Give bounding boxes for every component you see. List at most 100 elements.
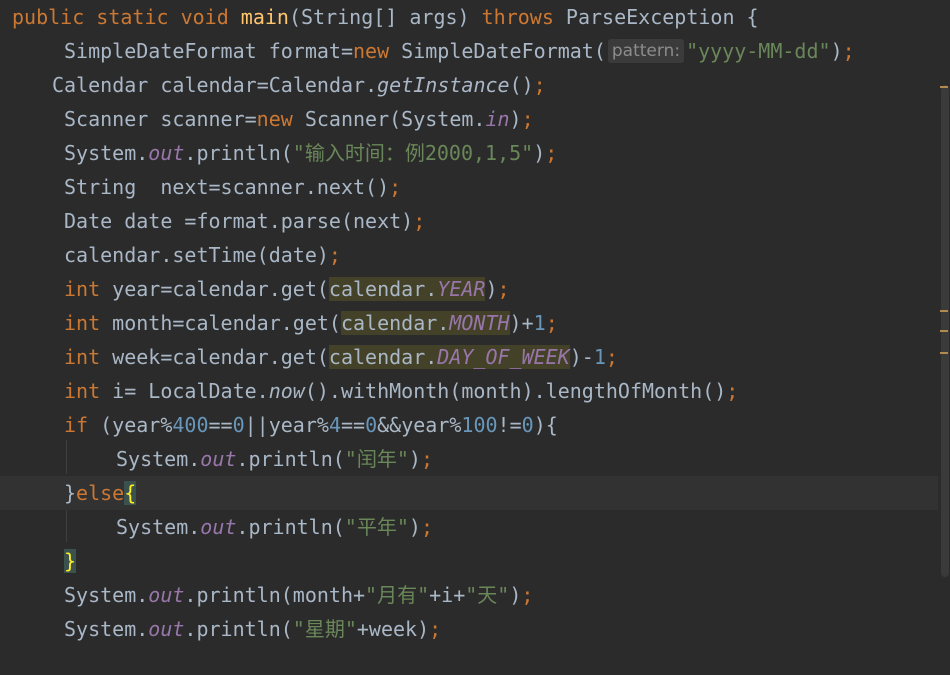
code-line[interactable]: if (year%400==0||year%4==0&&year%100!=0)…: [0, 408, 938, 442]
code-token: Calendar calendar=Calendar.: [52, 73, 378, 97]
code-line[interactable]: System.out.println("输入时间：例2000,1,5");: [0, 136, 938, 170]
code-token: public static void: [12, 5, 241, 29]
code-token: year=calendar.get(: [112, 277, 329, 301]
code-token: ): [830, 39, 843, 63]
code-line[interactable]: System.out.println("闰年");: [0, 442, 938, 476]
code-token: ().withMonth(month).lengthOfMonth(): [304, 379, 727, 403]
code-token: ): [485, 277, 498, 301]
code-token: month=calendar.get(: [112, 311, 341, 335]
code-token: ;: [413, 209, 426, 233]
code-token: ;: [521, 583, 534, 607]
code-token: !=: [497, 413, 522, 437]
code-token: "闰年": [344, 447, 409, 471]
brace-match: }: [64, 549, 77, 573]
code-line[interactable]: int week=calendar.get(calendar.DAY_OF_WE…: [0, 340, 938, 374]
code-line[interactable]: System.out.println(month+"月有"+i+"天");: [0, 578, 938, 612]
code-line-text: System.out.println("星期"+week);: [64, 612, 441, 646]
code-line[interactable]: System.out.println("星期"+week);: [0, 612, 938, 646]
code-token: ==: [208, 413, 233, 437]
code-line-text: int i= LocalDate.now().withMonth(month).…: [64, 374, 738, 408]
code-line-text: }else{: [64, 476, 137, 510]
code-line-text: Calendar calendar=Calendar.getInstance()…: [52, 68, 546, 102]
code-token: out: [148, 617, 185, 641]
warning-marker[interactable]: [940, 352, 948, 354]
code-line[interactable]: System.out.println("平年");: [0, 510, 938, 544]
code-token: ;: [545, 141, 558, 165]
code-token: out: [148, 583, 185, 607]
code-line-text: Date date =format.parse(next);: [64, 204, 425, 238]
code-token: System.: [64, 141, 149, 165]
code-token: ){: [533, 413, 558, 437]
code-line[interactable]: }else{: [0, 476, 938, 510]
code-line[interactable]: int year=calendar.get(calendar.YEAR);: [0, 272, 938, 306]
code-token: new: [256, 107, 305, 131]
code-line[interactable]: Calendar calendar=Calendar.getInstance()…: [0, 68, 938, 102]
warning-marker[interactable]: [940, 310, 948, 312]
code-line[interactable]: SimpleDateFormat format=new SimpleDateFo…: [0, 34, 938, 68]
code-token: Scanner scanner=: [64, 107, 257, 131]
code-token: calendar.setTime(date): [64, 243, 329, 267]
code-token: ;: [521, 107, 534, 131]
code-line-text: String next=scanner.next();: [64, 170, 401, 204]
code-token: "星期": [292, 617, 357, 641]
code-token: ;: [497, 277, 510, 301]
brace-match: {: [124, 481, 137, 505]
code-token: &&year%: [377, 413, 462, 437]
code-line-text: System.out.println("平年");: [116, 510, 433, 544]
code-line[interactable]: calendar.setTime(date);: [0, 238, 938, 272]
code-token: week=calendar.get(: [112, 345, 329, 369]
code-token: 4: [328, 413, 341, 437]
code-line-text: System.out.println(month+"月有"+i+"天");: [64, 578, 533, 612]
code-token: int: [64, 311, 113, 335]
code-line[interactable]: int month=calendar.get(calendar.MONTH)+1…: [0, 306, 938, 340]
code-token: in: [485, 107, 510, 131]
code-token: ): [533, 141, 546, 165]
code-token: 400: [172, 413, 209, 437]
code-token: "平年": [344, 515, 409, 539]
code-token: 1: [593, 345, 606, 369]
code-line-text: int week=calendar.get(calendar.DAY_OF_WE…: [64, 340, 618, 374]
code-token: 0: [365, 413, 378, 437]
code-token: else: [76, 481, 125, 505]
warning-marker[interactable]: [940, 86, 948, 88]
code-token: ;: [545, 311, 558, 335]
code-line-text: System.out.println("输入时间：例2000,1,5");: [64, 136, 557, 170]
code-line-text: }: [64, 544, 77, 578]
code-line[interactable]: Scanner scanner=new Scanner(System.in);: [0, 102, 938, 136]
code-token: System.: [116, 447, 201, 471]
code-line[interactable]: int i= LocalDate.now().withMonth(month).…: [0, 374, 938, 408]
code-token: "yyyy-MM-dd": [686, 39, 831, 63]
code-token: ==: [340, 413, 366, 437]
code-token: throws: [481, 5, 566, 29]
usage-highlight: YEAR: [437, 277, 486, 301]
code-line-text: SimpleDateFormat format=new SimpleDateFo…: [64, 34, 855, 68]
code-token: int: [64, 379, 113, 403]
code-token: SimpleDateFormat(: [401, 39, 606, 63]
code-token: ;: [842, 39, 855, 63]
code-token: 100: [461, 413, 498, 437]
code-line[interactable]: public static void main(String[] args) t…: [0, 0, 938, 34]
code-editor[interactable]: public static void main(String[] args) t…: [0, 0, 950, 675]
code-token: .println(: [236, 515, 345, 539]
usage-highlight: MONTH: [449, 311, 510, 335]
code-token: ;: [726, 379, 739, 403]
code-token: (year%: [100, 413, 173, 437]
code-token: .println(: [184, 617, 293, 641]
warning-marker[interactable]: [940, 330, 948, 332]
code-line[interactable]: String next=scanner.next();: [0, 170, 938, 204]
code-line[interactable]: }: [0, 544, 938, 578]
code-token: if: [64, 413, 101, 437]
code-token: int: [64, 277, 113, 301]
code-line-text: int year=calendar.get(calendar.YEAR);: [64, 272, 510, 306]
code-token: ;: [429, 617, 442, 641]
code-token: ;: [420, 447, 433, 471]
code-token: out: [148, 141, 185, 165]
code-token: )+: [509, 311, 534, 335]
code-token: out: [200, 515, 237, 539]
code-token: int: [64, 345, 113, 369]
code-line-text: public static void main(String[] args) t…: [12, 0, 759, 34]
code-token: "输入时间：例2000,1,5": [292, 141, 534, 165]
code-line[interactable]: Date date =format.parse(next);: [0, 204, 938, 238]
vertical-scrollbar[interactable]: [940, 0, 950, 675]
code-token: +i+: [429, 583, 466, 607]
